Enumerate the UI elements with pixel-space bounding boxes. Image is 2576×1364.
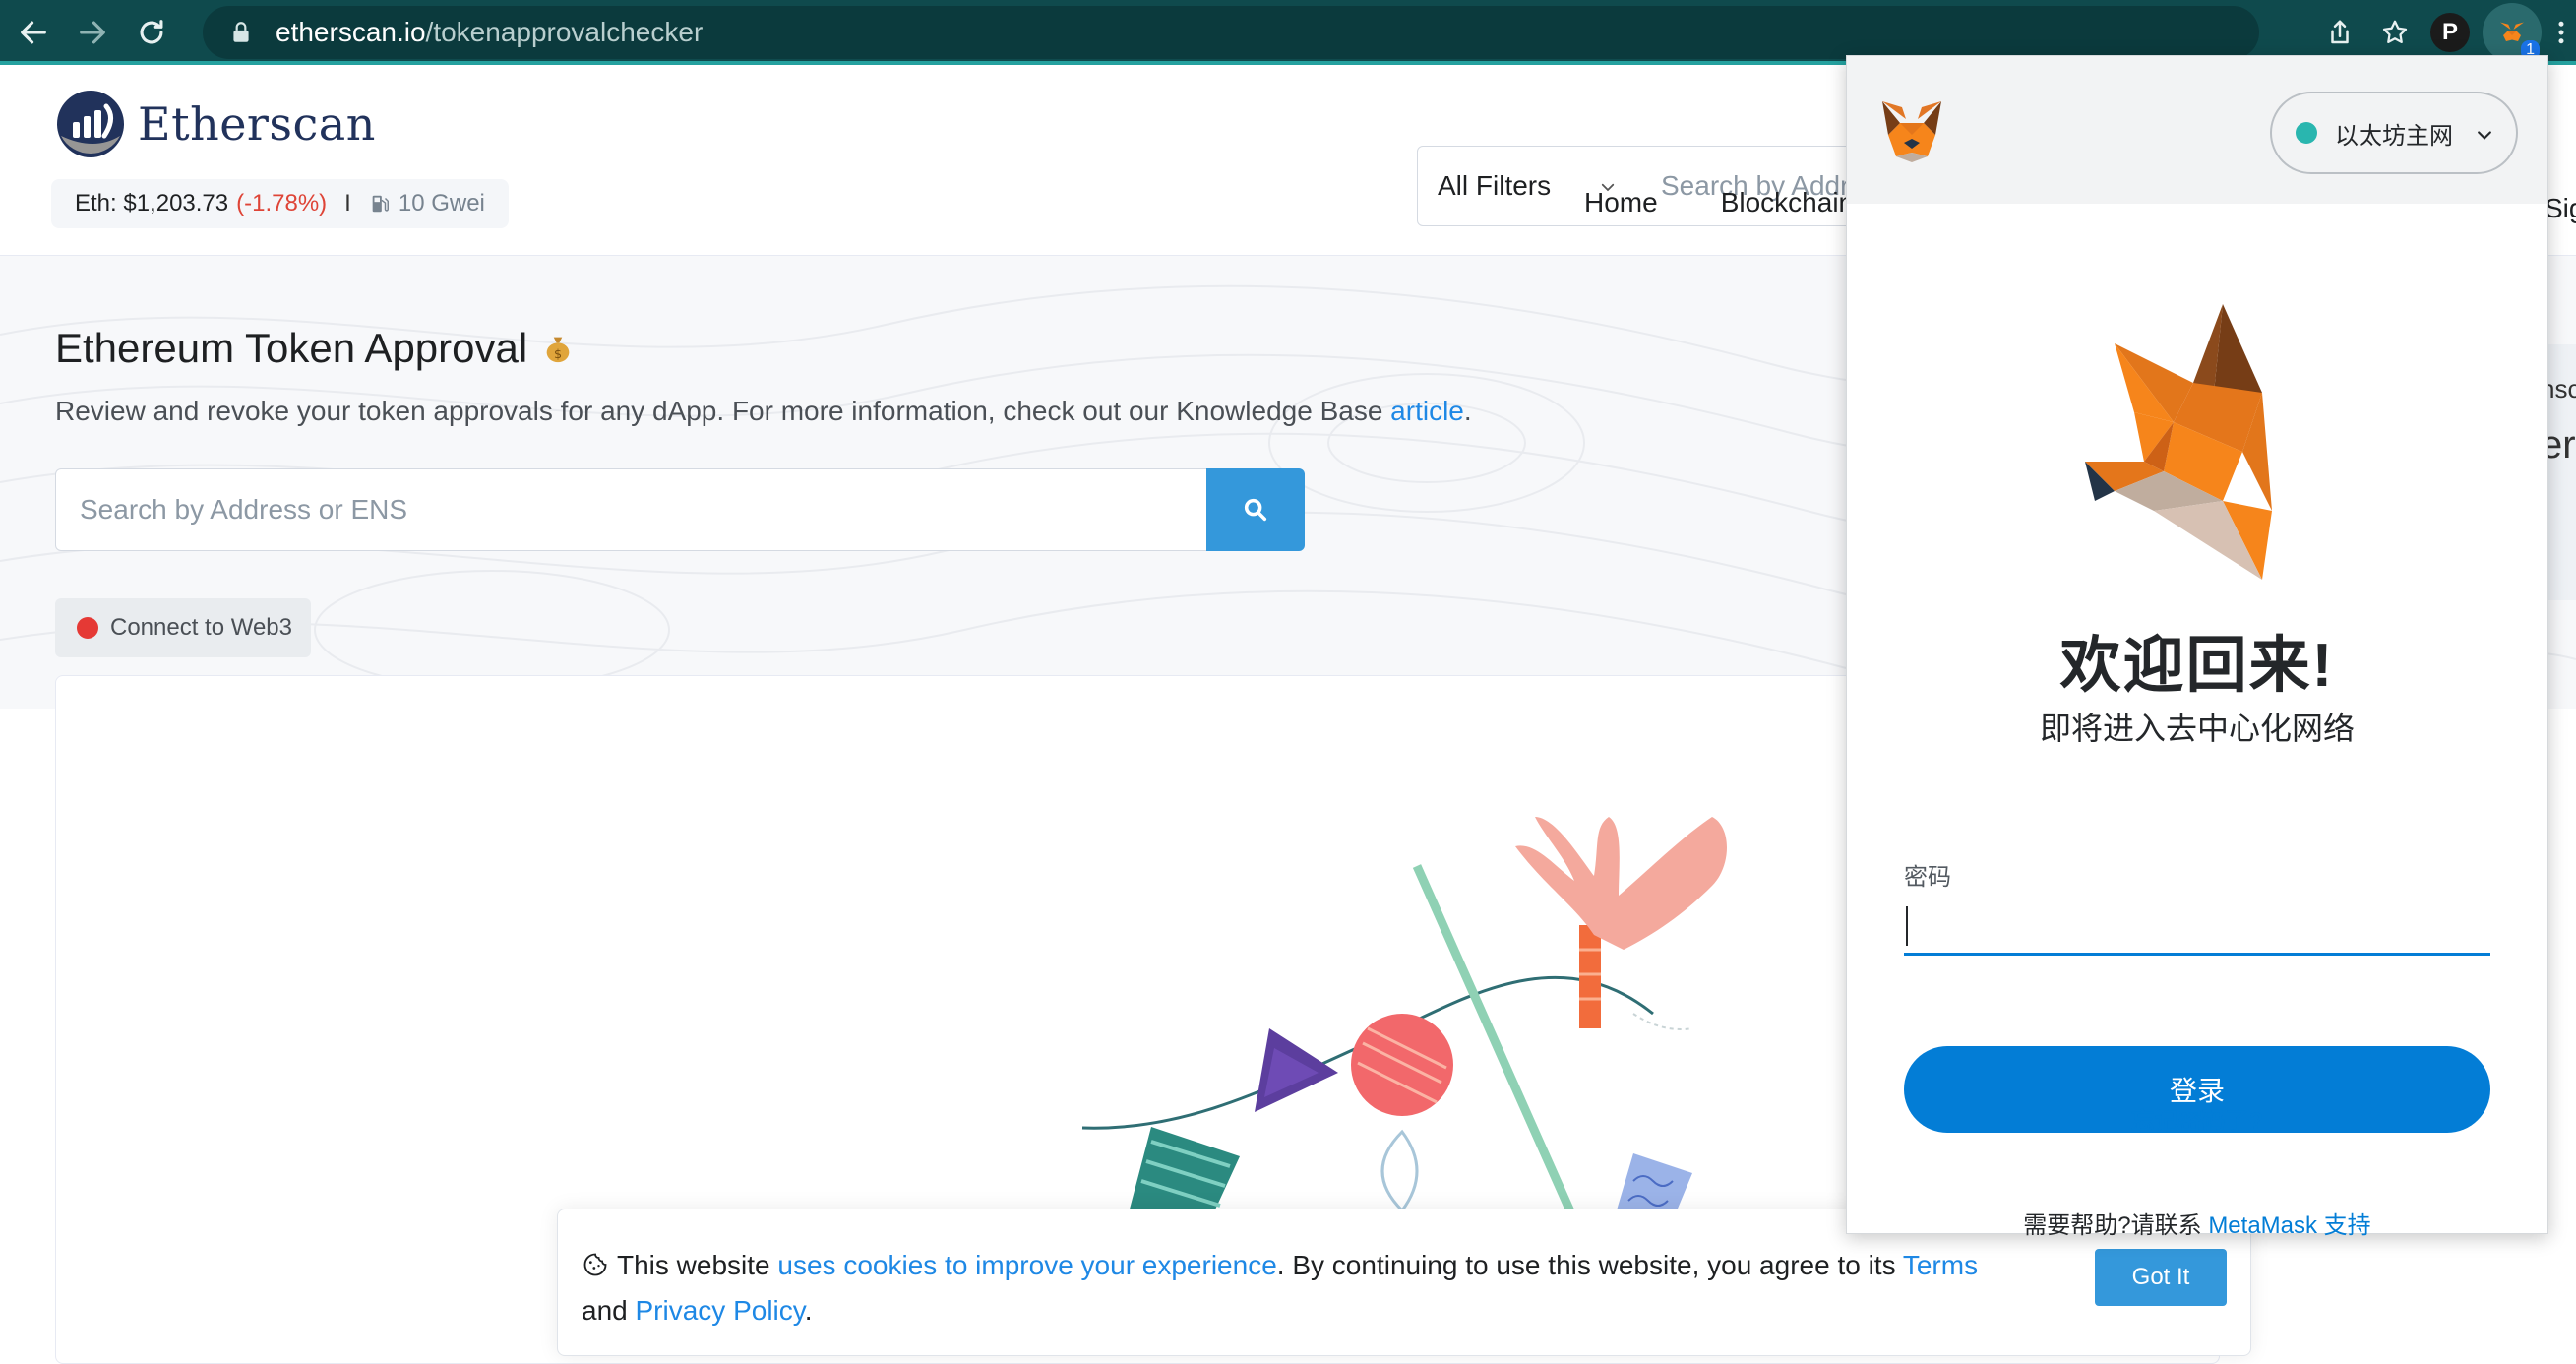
price-separator: I [344,190,351,217]
brand-logo-link[interactable]: Etherscan [55,89,376,159]
lock-icon [233,22,249,42]
arrow-right-icon [80,21,105,44]
nav-partial-item[interactable]: Sig [2545,193,2576,224]
forward-button[interactable] [67,7,118,58]
eth-price-bar: Eth: $1,203.73 (-1.78%) I 10 Gwei [51,179,509,228]
subtitle-text: Review and revoke your token approvals f… [55,396,1391,426]
cookie-text-2: . By continuing to use this website, you… [1276,1250,1903,1280]
nav-blockchain[interactable]: Blockchain [1721,187,1854,218]
eth-price-change: (-1.78%) [236,190,328,217]
metamask-support-link[interactable]: MetaMask 支持 [2208,1212,2370,1239]
network-selector[interactable]: 以太坊主网 [2270,92,2518,174]
privacy-policy-link[interactable]: Privacy Policy [636,1295,805,1326]
metamask-extension-button[interactable]: 1 [2478,3,2546,62]
metamask-header: 以太坊主网 [1847,56,2547,204]
cookie-icon [583,1253,607,1276]
nav-home[interactable]: Home [1584,187,1658,218]
gas-price[interactable]: 10 Gwei [399,190,485,217]
cookie-text-3: and [582,1295,636,1326]
forgot-password-link[interactable]: 忘记密码了? [1847,1101,2547,1136]
disconnected-status-icon [77,617,98,639]
knowledge-base-article-link[interactable]: article [1390,396,1464,426]
page-title: Ethereum Token Approval $ [55,325,575,372]
gas-pump-icon [372,195,389,213]
help-text: 需要帮助?请联系 [2023,1212,2209,1239]
cookie-policy-link[interactable]: uses cookies to improve your experience [777,1250,1276,1280]
password-input[interactable] [1904,895,2490,956]
star-icon [2382,20,2408,43]
search-icon [1244,498,1267,522]
cookie-text-1: This website [617,1250,778,1280]
back-button[interactable] [8,7,59,58]
brand-name: Etherscan [138,97,376,151]
etherscan-logo-icon [57,91,124,157]
page-subtitle: Review and revoke your token approvals f… [55,396,1472,427]
password-label: 密码 [1904,864,1951,891]
network-status-icon [2296,122,2317,144]
reload-button[interactable] [126,7,177,58]
money-bag-icon: $ [546,337,570,363]
profile-badge: P [2430,13,2470,52]
address-bar[interactable]: etherscan.io/tokenapprovalchecker [203,6,2259,59]
url-path: /tokenapprovalchecker [425,17,704,47]
network-name: 以太坊主网 [2335,122,2453,150]
eth-price[interactable]: Eth: $1,203.73 [75,190,228,217]
url-host: etherscan.io [276,17,426,47]
share-icon [2331,20,2349,44]
cookie-text-4: . [804,1295,813,1326]
empty-state-illustration [1081,817,1727,1220]
chrome-menu-button[interactable] [2546,5,2576,60]
approval-search-button[interactable] [1206,468,1305,551]
metamask-extension-icon: 1 [2483,3,2542,62]
svg-text:$: $ [554,347,562,362]
filter-label: All Filters [1438,170,1552,201]
subtitle-end: . [1463,396,1472,426]
page-title-text: Ethereum Token Approval [55,325,528,371]
support-help-text: 需要帮助?请联系 MetaMask 支持 [1847,1206,2547,1240]
connect-web3-button[interactable]: Connect to Web3 [55,598,311,657]
share-button[interactable] [2312,5,2367,60]
welcome-tagline: 即将进入去中心化网络 [2039,711,2355,746]
cookie-message: This website uses cookies to improve you… [582,1243,1979,1333]
approval-search-input[interactable]: Search by Address or ENS [55,468,1208,551]
metamask-popup: 以太坊主网 欢迎回来! 即将进入去中心化网络 密码 登录 忘记密码了? 需要帮助… [1846,55,2548,1239]
terms-link[interactable]: Terms [1903,1250,1978,1280]
arrow-left-icon [21,21,46,44]
chevron-down-icon [2478,131,2491,140]
metamask-logo-icon [1882,101,1941,162]
connect-web3-label: Connect to Web3 [110,614,293,641]
bookmark-button[interactable] [2367,5,2423,60]
text-caret [1906,906,1908,946]
reload-icon [140,20,163,44]
metamask-fox-icon [2085,304,2272,580]
welcome-heading: 欢迎回来! [2059,632,2335,700]
more-vert-icon [2558,21,2564,44]
profile-extension-button[interactable]: P [2423,5,2478,60]
cookie-accept-button[interactable]: Got It [2095,1249,2227,1306]
